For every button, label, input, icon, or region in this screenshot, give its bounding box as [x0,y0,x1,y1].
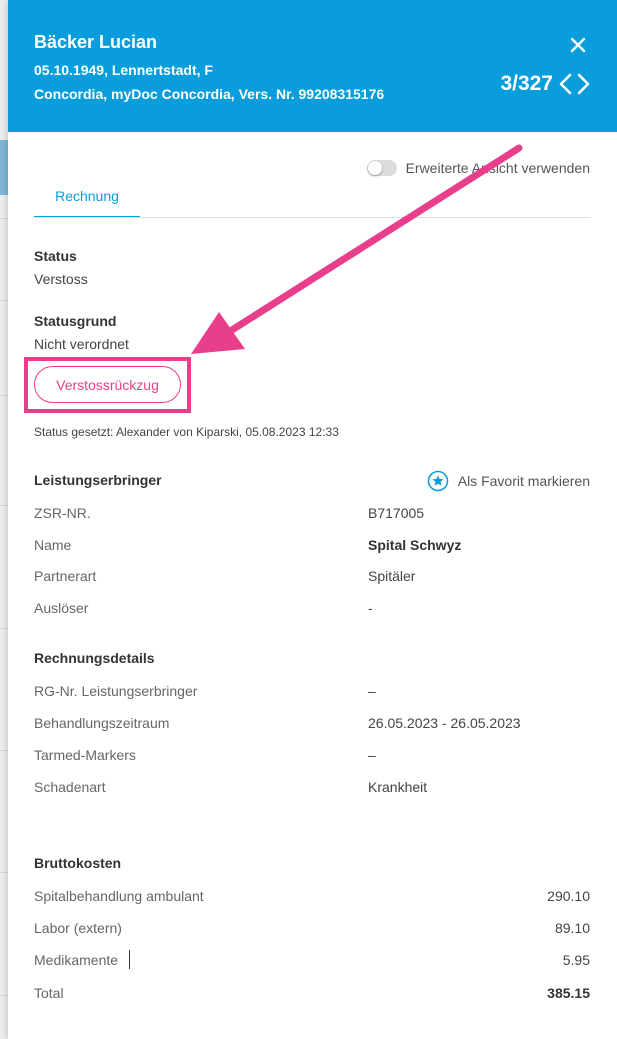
gross-costs-title: Bruttokosten [34,855,122,871]
background-divider [0,628,8,629]
cost-row-amount: 89.10 [554,920,590,936]
cost-total-amount: 385.15 [547,985,590,1001]
status-reason-label: Statusgrund [34,313,117,329]
provider-row-value: B717005 [368,505,425,521]
invoice-detail-panel: Bäcker Lucian 05.10.1949, Lennertstadt, … [8,0,617,1039]
provider-section-title: Leistungserbringer [34,472,162,488]
status-reason-value: Nicht verordnet [34,336,129,352]
status-label: Status [34,248,77,264]
provider-row-key: Name [34,537,72,553]
background-divider [0,505,8,506]
star-icon [427,470,448,492]
provider-row-value: Spitäler [368,568,416,584]
patient-info: 05.10.1949, Lennertstadt, F [34,62,213,78]
verstossrueckzug-button[interactable]: Verstossrückzug [34,366,181,403]
cost-row-key: Medikamente [34,952,119,968]
provider-row-value: Spital Schwyz [368,537,462,553]
invoice-row-value: – [368,747,376,763]
tab-divider [34,217,591,218]
invoice-row-value: – [368,683,376,699]
cost-row-key: Labor (extern) [34,920,122,936]
record-counter: 3/327 [500,72,553,95]
cost-row-amount: 290.10 [547,888,590,904]
next-record-icon[interactable] [575,71,591,97]
cost-row-key: Spitalbehandlung ambulant [34,888,204,904]
text-cursor [129,950,130,969]
invoice-row-value: Krankheit [368,779,428,795]
extended-view-toggle-group: Erweiterte Ansicht verwenden [366,160,590,176]
background-divider [0,872,8,873]
background-divider [0,995,8,996]
background-divider [0,395,8,396]
background-divider [0,300,8,301]
invoice-row-key: RG-Nr. Leistungserbringer [34,683,198,699]
background-divider [0,750,8,751]
provider-row-key: Partnerart [34,568,97,584]
invoice-row-value: 26.05.2023 - 26.05.2023 [368,715,521,731]
invoice-row-key: Tarmed-Markers [34,747,136,763]
status-set-by: Status gesetzt: Alexander von Kiparski, … [34,425,339,439]
extended-view-toggle[interactable] [366,160,397,176]
provider-row-key: ZSR-NR. [34,505,91,521]
status-value: Verstoss [34,271,88,287]
favorite-label: Als Favorit markieren [457,473,590,489]
favorite-toggle[interactable]: Als Favorit markieren [427,470,590,492]
insurance-info: Concordia, myDoc Concordia, Vers. Nr. 99… [34,86,385,102]
provider-row-value: - [368,600,373,616]
cost-row-amount: 5.95 [562,952,590,968]
panel-header: Bäcker Lucian 05.10.1949, Lennertstadt, … [8,0,617,132]
provider-row-key: Auslöser [34,600,89,616]
close-icon[interactable] [569,36,587,54]
invoice-row-key: Schadenart [34,779,106,795]
invoice-row-key: Behandlungszeitraum [34,715,170,731]
background-app-edge [0,0,8,1039]
background-selected-row [0,140,8,195]
tab-rechnung[interactable]: Rechnung [34,184,140,218]
cost-total-key: Total [34,985,64,1001]
invoice-details-title: Rechnungsdetails [34,650,155,666]
extended-view-label: Erweiterte Ansicht verwenden [405,160,590,176]
background-divider [0,218,8,219]
previous-record-icon[interactable] [558,71,574,97]
patient-name: Bäcker Lucian [34,32,158,52]
